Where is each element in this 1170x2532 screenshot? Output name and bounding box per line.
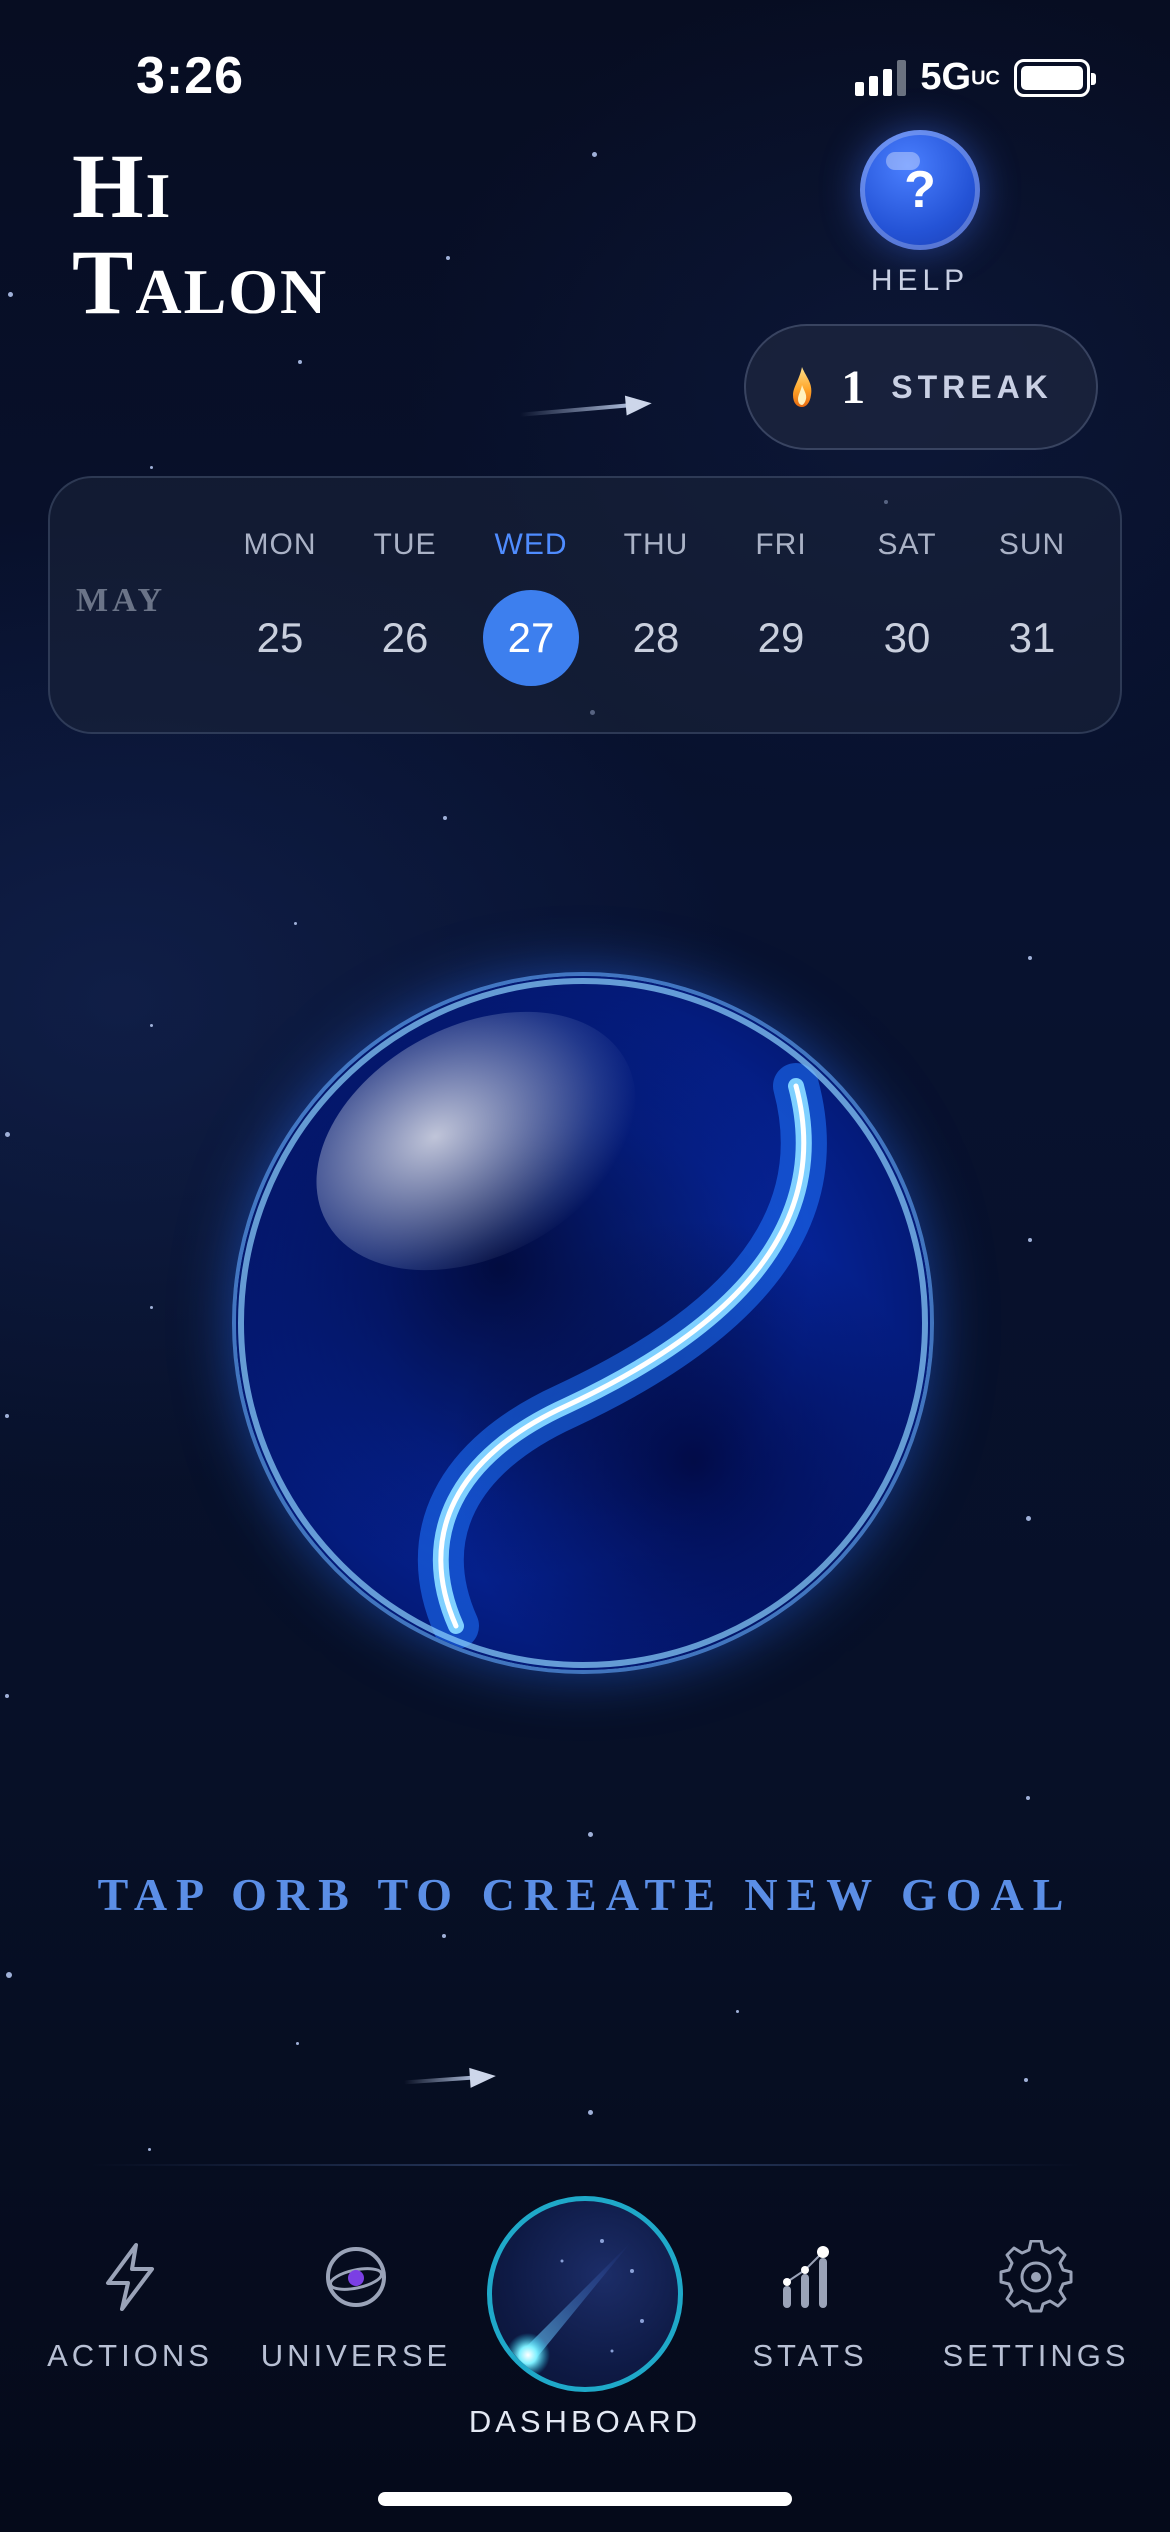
question-icon: ? [904, 161, 936, 219]
day-number: 28 [632, 614, 680, 661]
day-of-week: MON [243, 528, 317, 561]
streak-pill[interactable]: 1 STREAK [744, 324, 1098, 450]
day-number: 25 [256, 614, 304, 661]
star [5, 1414, 9, 1418]
nav-stats-label: STATS [752, 2338, 868, 2373]
star [5, 1694, 9, 1698]
shooting-star [403, 2075, 475, 2085]
star [592, 152, 597, 157]
flame-icon [793, 367, 812, 407]
nav-settings[interactable]: SETTINGS [936, 2234, 1136, 2374]
nav-actions-label: ACTIONS [47, 2338, 213, 2373]
planet-icon [326, 2247, 386, 2307]
day-of-week: SUN [998, 528, 1066, 561]
home-indicator[interactable] [378, 2492, 792, 2506]
day-of-week: WED [494, 528, 568, 561]
nav-dashboard-button[interactable] [487, 2196, 683, 2392]
help-button[interactable]: ? [860, 130, 980, 250]
star [446, 256, 450, 260]
network-label: 5GUC [920, 56, 1000, 98]
calendar-day-mon[interactable]: MON 25 [230, 528, 330, 686]
star [6, 1972, 12, 1978]
signal-icon [855, 59, 907, 96]
calendar-day-fri[interactable]: FRI 29 [731, 528, 831, 686]
comet-icon [506, 2239, 644, 2377]
calendar-day-sat[interactable]: SAT 30 [857, 528, 957, 686]
day-of-week: THU [623, 528, 689, 561]
star [443, 816, 447, 820]
star [1028, 1238, 1032, 1242]
calendar-day-thu[interactable]: THU 28 [606, 528, 706, 686]
star [442, 1934, 446, 1938]
calendar-day-sun[interactable]: SUN 31 [982, 528, 1082, 686]
day-number-selected: 27 [483, 590, 579, 686]
star [150, 1306, 153, 1309]
day-number: 26 [381, 614, 429, 661]
day-of-week: TUE [373, 528, 437, 561]
network-suffix: UC [971, 67, 1000, 90]
help-label: HELP [870, 264, 970, 297]
create-goal-hint: TAP ORB TO CREATE NEW GOAL [97, 1869, 1073, 1920]
star [148, 2148, 151, 2151]
star [736, 2010, 739, 2013]
calendar-month: MAY [76, 582, 167, 619]
star [588, 1832, 593, 1837]
battery-icon [1014, 58, 1096, 97]
goal-orb[interactable] [236, 976, 930, 1670]
lightning-icon [106, 2243, 154, 2311]
dashboard-screen: 3:26 5GUC Hi Talon ? HELP 1 STREAK MAY M… [0, 0, 1170, 2532]
star [1026, 1796, 1030, 1800]
greeting-line-1: Hi [72, 135, 173, 237]
streak-label: STREAK [891, 368, 1053, 405]
week-calendar: MAY MON 25 TUE 26 WED 27 THU 28 FRI 29 S… [48, 476, 1122, 734]
nav-universe[interactable]: UNIVERSE [256, 2234, 456, 2374]
star [150, 466, 153, 469]
bar-chart-icon [783, 2246, 829, 2308]
star [294, 922, 297, 925]
star [8, 292, 13, 297]
nav-settings-label: SETTINGS [942, 2338, 1130, 2373]
status-time: 3:26 [136, 47, 245, 105]
day-number: 31 [1008, 614, 1056, 661]
nav-universe-label: UNIVERSE [260, 2338, 452, 2373]
status-indicators: 5GUC [855, 56, 1096, 99]
day-number: 29 [757, 614, 805, 661]
shooting-star [520, 403, 630, 417]
greeting-title: Hi Talon [72, 138, 328, 330]
star [1028, 956, 1032, 960]
star [1024, 2078, 1028, 2082]
star [296, 2042, 299, 2045]
nav-stats[interactable]: STATS [710, 2234, 910, 2374]
nav-actions[interactable]: ACTIONS [30, 2234, 230, 2374]
day-number: 30 [883, 614, 931, 661]
day-of-week: SAT [877, 528, 937, 561]
star [298, 360, 302, 364]
greeting-user-name: Talon [72, 231, 329, 333]
star [150, 1024, 153, 1027]
nav-dashboard-label: DASHBOARD [468, 2404, 702, 2439]
gear-icon [999, 2240, 1073, 2313]
streak-count: 1 [841, 360, 866, 414]
star [588, 2110, 593, 2115]
calendar-day-tue[interactable]: TUE 26 [355, 528, 455, 686]
nav-divider [90, 2164, 1080, 2166]
star [5, 1132, 10, 1137]
day-of-week: FRI [755, 528, 807, 561]
calendar-day-wed[interactable]: WED 27 [481, 528, 581, 686]
star [1026, 1516, 1031, 1521]
